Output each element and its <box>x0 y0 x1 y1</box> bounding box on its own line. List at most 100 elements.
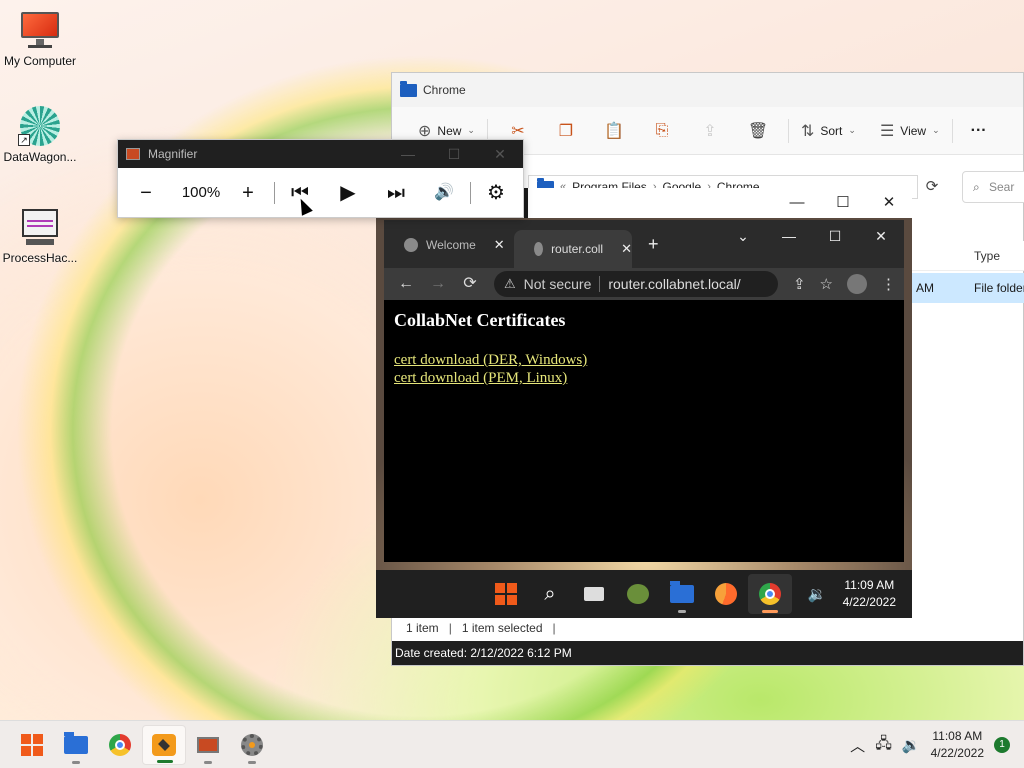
vm-maximize-button[interactable]: ☐ <box>820 188 866 218</box>
remote-desktop-icon <box>197 737 219 753</box>
vm-clock[interactable]: 11:09 AM 4/22/2022 <box>843 577 896 611</box>
cert-download-der-link[interactable]: cert download (DER, Windows) <box>394 351 894 369</box>
network-icon[interactable]: 🖧 <box>875 733 892 758</box>
tab-search-icon[interactable]: ⌄ <box>720 224 766 248</box>
vm-clock-time: 11:09 AM <box>844 578 895 592</box>
delete-button[interactable]: 🗑 <box>734 116 782 146</box>
vm-start-button[interactable] <box>484 574 528 614</box>
table-row[interactable]: AM File folder <box>912 273 1024 303</box>
vm-close-button[interactable]: ✕ <box>866 188 912 218</box>
share-button[interactable]: ⇪ <box>686 116 734 146</box>
search-input[interactable]: ⌕ Sear <box>962 171 1024 203</box>
back-button[interactable]: ← <box>390 268 422 300</box>
play-button[interactable]: ▶ <box>328 168 368 218</box>
forward-button[interactable]: → <box>422 268 454 300</box>
warning-icon: ⚠ <box>504 276 516 291</box>
datawagon-icon: ↗ <box>18 106 62 146</box>
vm-titlebar[interactable]: — ☐ ✕ <box>528 188 912 218</box>
taskbar-chrome[interactable] <box>98 725 142 765</box>
column-type-header[interactable]: Type <box>974 249 1000 263</box>
vm-meet-button[interactable] <box>616 574 660 614</box>
tab-welcome[interactable]: Welcome ✕ <box>384 230 512 260</box>
vm-chrome-button[interactable] <box>748 574 792 614</box>
vm-taskbar: ⌕ 🔉 11:09 AM 4/22/2022 <box>376 570 912 618</box>
more-options-button[interactable]: ··· <box>965 116 993 146</box>
url-text[interactable]: router.collabnet.local/ <box>608 276 740 292</box>
globe-icon <box>404 238 418 252</box>
desktop-icon-label: DataWagon... <box>3 150 77 164</box>
close-tab-icon[interactable]: ✕ <box>621 241 632 257</box>
clock[interactable]: 11:08 AM 4/22/2022 <box>931 728 984 762</box>
divider <box>470 182 471 204</box>
sort-button[interactable]: ⇅ Sort ⌄ <box>795 116 862 146</box>
search-placeholder: Sear <box>989 180 1015 194</box>
zoom-out-button[interactable]: − <box>126 168 166 218</box>
chrome-minimize-button[interactable]: — <box>766 224 812 248</box>
process-hacker-icon <box>18 207 62 247</box>
chrome-icon <box>109 734 131 756</box>
paste-button[interactable]: 📋 <box>590 116 638 146</box>
desktop-icon-label: ProcessHac... <box>2 251 78 265</box>
chrome-window: Welcome ✕ router.coll ✕ + ⌄ — ☐ ✕ ← → ⟳ … <box>384 220 904 562</box>
vm-edge-button[interactable] <box>704 574 748 614</box>
magnifier-minimize-button[interactable]: — <box>385 140 431 168</box>
close-tab-icon[interactable]: ✕ <box>494 237 505 253</box>
reload-button[interactable]: ⟳ <box>454 268 486 300</box>
taskbar-file-explorer[interactable] <box>54 725 98 765</box>
copy-button[interactable]: ❐ <box>542 116 590 146</box>
volume-icon[interactable]: 🔉 <box>808 585 827 603</box>
magnifier-app-icon <box>126 148 140 160</box>
chrome-menu-icon[interactable]: ⋮ <box>881 275 896 293</box>
task-view-icon <box>584 587 604 601</box>
vm-taskview-button[interactable] <box>572 574 616 614</box>
desktop-icon-my-computer[interactable]: My Computer <box>0 10 80 68</box>
chevron-up-icon[interactable]: ︿ <box>850 735 865 756</box>
tab-title: Welcome <box>426 238 476 252</box>
page-heading: CollabNet Certificates <box>394 310 566 330</box>
volume-icon[interactable]: 🔉 <box>902 736 921 754</box>
item-count: 1 item <box>406 621 439 635</box>
taskbar-remote-desktop[interactable] <box>186 725 230 765</box>
view-button[interactable]: ☰ View ⌄ <box>874 116 946 146</box>
new-tab-button[interactable]: + <box>648 234 659 255</box>
next-button[interactable]: ⏭ <box>376 168 416 218</box>
globe-icon <box>534 242 544 256</box>
settings-button[interactable]: ⚙ <box>476 168 516 218</box>
divider <box>787 118 789 143</box>
vm-search-button[interactable]: ⌕ <box>528 574 572 614</box>
magnifier-maximize-button[interactable]: ☐ <box>431 140 477 168</box>
row-type: File folder <box>974 281 1024 295</box>
chrome-maximize-button[interactable]: ☐ <box>812 224 858 248</box>
status-separator: | <box>448 621 452 635</box>
magnifier-titlebar[interactable]: Magnifier — ☐ ✕ <box>118 140 523 168</box>
zoom-in-button[interactable]: + <box>228 168 268 218</box>
tab-router[interactable]: router.coll ✕ <box>514 230 632 268</box>
share-icon[interactable]: ⇪ <box>793 275 806 293</box>
desktop-icon-datawagon[interactable]: ↗ DataWagon... <box>0 106 80 164</box>
chevron-down-icon: ⌄ <box>467 125 475 135</box>
rename-button[interactable]: ⎘ <box>638 116 686 146</box>
taskbar-virtualbox[interactable] <box>142 725 186 765</box>
desktop-icon-processhacker[interactable]: ProcessHac... <box>0 207 80 265</box>
chrome-close-button[interactable]: ✕ <box>858 224 904 248</box>
sort-icon: ⇅ <box>800 122 815 140</box>
clipboard-icon: 📋 <box>604 122 624 140</box>
chrome-icon <box>759 583 781 605</box>
security-indicator[interactable]: Not secure <box>524 276 592 292</box>
zoom-level: 100% <box>181 184 221 201</box>
omnibox[interactable]: ⚠ Not secure router.collabnet.local/ <box>494 271 778 297</box>
vm-minimize-button[interactable]: — <box>774 188 820 218</box>
magnifier-close-button[interactable]: ✕ <box>477 140 523 168</box>
taskbar-settings[interactable] <box>230 725 274 765</box>
notification-badge[interactable]: 1 <box>994 737 1010 753</box>
bookmark-star-icon[interactable]: ☆ <box>820 275 833 293</box>
explorer-titlebar[interactable]: Chrome <box>392 73 1023 107</box>
share-icon: ⇪ <box>703 122 717 140</box>
read-from-here-button[interactable]: 🔊 <box>424 168 464 218</box>
search-icon: ⌕ <box>973 180 980 194</box>
vm-file-explorer-button[interactable] <box>660 574 704 614</box>
cert-download-pem-link[interactable]: cert download (PEM, Linux) <box>394 369 894 387</box>
start-button[interactable] <box>10 725 54 765</box>
profile-avatar-icon[interactable] <box>847 274 867 294</box>
refresh-button[interactable]: ⟳ <box>920 175 944 199</box>
